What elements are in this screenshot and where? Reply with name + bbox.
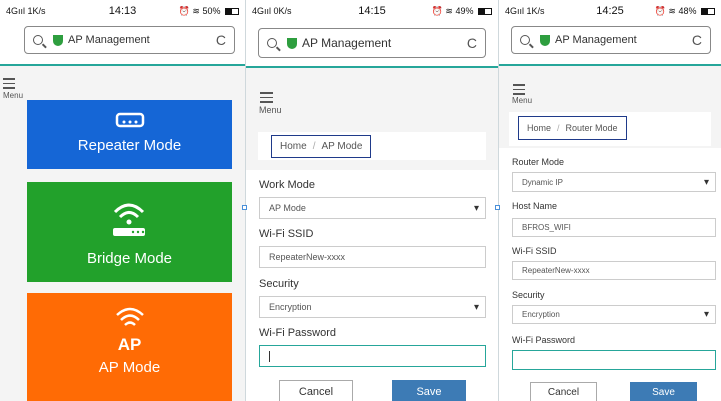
bridge-mode-card[interactable]: Bridge Mode <box>27 182 232 282</box>
save-button[interactable]: Save <box>392 380 466 401</box>
reload-icon[interactable]: C <box>692 32 702 48</box>
alarm-icon: ⏰ <box>431 5 443 16</box>
clock: 14:15 <box>358 5 386 17</box>
wifi-signal-icon: ≋ <box>192 5 200 16</box>
breadcrumb: Home / Router Mode <box>518 116 627 140</box>
wifi-signal-icon: ≋ <box>668 5 676 16</box>
work-mode-select[interactable]: AP Mode <box>259 197 486 219</box>
address-bar[interactable]: AP Management C <box>24 26 235 54</box>
wifi-ssid-input[interactable]: RepeaterNew-xxxx <box>512 261 716 280</box>
search-icon <box>267 38 277 48</box>
breadcrumb-home[interactable]: Home <box>527 123 551 133</box>
wifi-ssid-label: Wi-Fi SSID <box>259 228 314 240</box>
menu-bar: Menu <box>499 68 721 112</box>
hamburger-icon[interactable] <box>260 92 273 106</box>
address-bar[interactable]: AP Management C <box>258 28 486 58</box>
wifi-ssid-label: Wi-Fi SSID <box>512 246 557 256</box>
status-bar: 4Gııl 1K/s 14:25 ⏰ ≋ 48% <box>499 0 721 22</box>
ap-mode-label: AP Mode <box>98 359 161 376</box>
battery-icon <box>701 7 715 15</box>
status-bar: 4Gııl 0K/s 14:15 ⏰ ≋ 49% <box>246 0 498 22</box>
save-button[interactable]: Save <box>630 382 697 401</box>
clock: 14:25 <box>596 5 624 17</box>
url-text: AP Management <box>68 34 150 46</box>
text-caret <box>269 350 270 362</box>
wifi-password-label: Wi-Fi Password <box>259 327 337 339</box>
menu-bar: Menu <box>0 68 245 100</box>
breadcrumb-home[interactable]: Home <box>280 141 307 152</box>
cancel-button[interactable]: Cancel <box>279 380 353 401</box>
search-icon <box>33 35 43 45</box>
alarm-icon: ⏰ <box>654 5 666 16</box>
breadcrumb-current: AP Mode <box>321 141 363 152</box>
network-status: 4Gııl 0K/s <box>252 6 292 16</box>
security-select[interactable]: Encryption <box>512 305 716 324</box>
search-icon <box>520 35 530 45</box>
router-mode-select[interactable]: Dynamic IP <box>512 172 716 192</box>
network-status: 4Gııl 1K/s <box>505 6 545 16</box>
security-label: Security <box>512 290 545 300</box>
url-text: AP Management <box>302 36 392 50</box>
browser-toolbar: AP Management C <box>0 22 245 66</box>
host-name-label: Host Name <box>512 201 558 211</box>
breadcrumb-area: Home / AP Mode <box>258 132 486 160</box>
menu-label[interactable]: Menu <box>512 96 532 105</box>
wifi-icon <box>116 307 144 326</box>
battery-icon <box>225 7 240 15</box>
host-name-input[interactable]: BFROS_WIFI <box>512 218 716 237</box>
shield-icon <box>53 34 63 46</box>
cancel-button[interactable]: Cancel <box>530 382 597 401</box>
breadcrumb: Home / AP Mode <box>271 135 372 158</box>
work-mode-label: Work Mode <box>259 179 316 191</box>
network-status: 4Gııl 1K/s <box>6 6 46 16</box>
clock: 14:13 <box>108 5 137 17</box>
wifi-password-input[interactable] <box>259 345 486 367</box>
wifi-signal-icon: ≋ <box>445 5 453 16</box>
ap-mode-form: Work Mode AP Mode Wi-Fi SSID RepeaterNew… <box>246 170 498 401</box>
repeater-mode-card[interactable]: Repeater Mode <box>27 100 232 169</box>
wifi-password-input[interactable] <box>512 350 716 370</box>
menu-label[interactable]: Menu <box>3 91 23 100</box>
breadcrumb-area: Home / Router Mode <box>509 112 711 146</box>
screen-mode-select: 4Gııl 1K/s 14:13 ⏰ ≋ 50% AP Management C… <box>0 0 245 401</box>
bridge-mode-label: Bridge Mode <box>86 250 173 267</box>
wifi-ssid-input[interactable]: RepeaterNew-xxxx <box>259 246 486 268</box>
menu-bar: Menu <box>246 70 498 122</box>
ap-mode-card[interactable]: AP AP Mode <box>27 293 232 401</box>
security-select[interactable]: Encryption <box>259 296 486 318</box>
ap-icon-text: AP <box>117 335 142 354</box>
url-text: AP Management <box>555 34 637 46</box>
alarm-icon: ⏰ <box>178 5 190 16</box>
shield-icon <box>540 34 550 46</box>
reload-icon[interactable]: C <box>216 32 226 48</box>
reload-icon[interactable]: C <box>467 35 477 51</box>
battery-status: ⏰ ≋ 49% <box>412 6 492 17</box>
browser-toolbar: AP Management C <box>499 22 721 66</box>
hamburger-icon[interactable] <box>3 78 15 92</box>
resize-handle[interactable] <box>242 205 247 210</box>
router-icon <box>115 112 145 128</box>
battery-icon <box>478 7 492 15</box>
wifi-password-label: Wi-Fi Password <box>512 335 576 345</box>
address-bar[interactable]: AP Management C <box>511 26 711 54</box>
menu-label[interactable]: Menu <box>259 105 282 115</box>
browser-toolbar: AP Management C <box>246 22 498 68</box>
screen-router-mode: 4Gııl 1K/s 14:25 ⏰ ≋ 48% AP Management C… <box>498 0 721 401</box>
battery-status: ⏰ ≋ 50% <box>161 5 240 17</box>
wifi-router-icon <box>113 203 145 236</box>
screen-ap-mode: 4Gııl 0K/s 14:15 ⏰ ≋ 49% AP Management C… <box>245 0 498 401</box>
battery-status: ⏰ ≋ 48% <box>645 6 715 17</box>
security-label: Security <box>259 278 299 290</box>
resize-handle[interactable] <box>495 205 500 210</box>
status-bar: 4Gııl 1K/s 14:13 ⏰ ≋ 50% <box>0 0 245 22</box>
breadcrumb-current: Router Mode <box>565 123 618 133</box>
router-mode-label: Router Mode <box>512 157 565 167</box>
shield-icon <box>287 37 297 49</box>
router-mode-form: Router Mode Dynamic IP Host Name BFROS_W… <box>499 148 721 401</box>
repeater-mode-label: Repeater Mode <box>77 137 182 154</box>
